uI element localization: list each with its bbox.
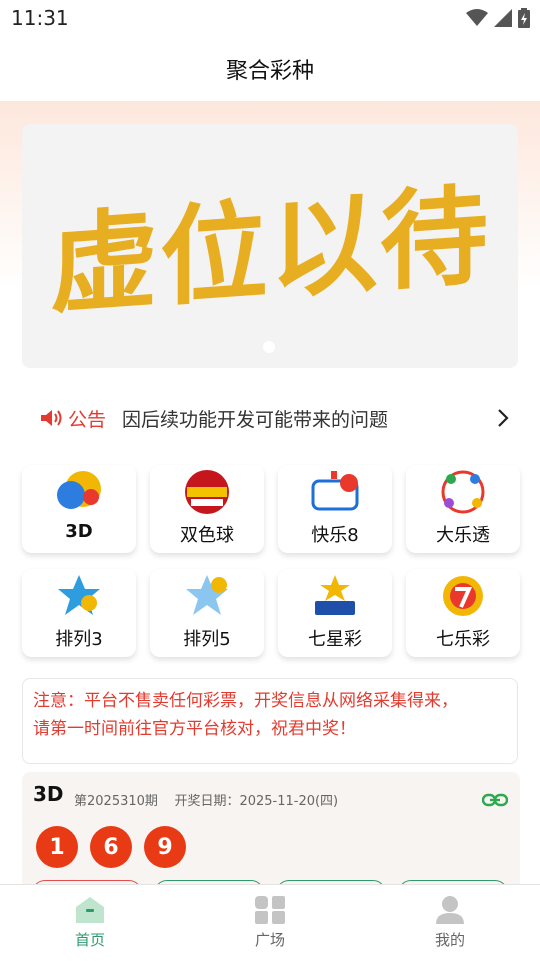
lottery-label: 快乐8 [311, 525, 359, 546]
notice-bar[interactable]: 公告 因后续功能开发可能带来的问题 [40, 396, 510, 440]
notice-tag: 公告 [68, 408, 107, 431]
disclaimer-box: 注意：平台不售卖任何彩票，开奖信息从网络采集得来， 请第一时间前往官方平台核对，… [22, 678, 518, 764]
battery-icon [518, 8, 530, 28]
lottery-tile-seven-happy[interactable]: 七乐彩 [406, 569, 520, 657]
lottery-tile-pick3[interactable]: 排列3 [22, 569, 136, 657]
lottery-tile-seven-star[interactable]: 七星彩 [278, 569, 392, 657]
lottery-tile-union-lotto[interactable]: 双色球 [150, 465, 264, 553]
status-bar: 11:31 [0, 0, 540, 38]
page-title: 聚合彩种 [225, 59, 314, 84]
lottery-label: 双色球 [180, 525, 234, 546]
tab-label: 首页 [74, 931, 105, 949]
number-ball: 9 [144, 826, 186, 868]
lottery-label: 3D [65, 521, 93, 542]
tab-square[interactable]: 广场 [180, 885, 360, 961]
status-icons [466, 8, 530, 28]
speaker-icon [41, 410, 62, 426]
lottery-label: 七星彩 [308, 629, 362, 650]
disclaimer-line: 注意：平台不售卖任何彩票，开奖信息从网络采集得来， [33, 691, 458, 711]
lottery-label: 排列5 [183, 629, 231, 650]
result-draw-date: 开奖日期：2025-11-20(四) [174, 794, 339, 809]
user-icon [436, 896, 464, 924]
number-ball: 1 [36, 826, 78, 868]
link-icon[interactable] [482, 792, 508, 808]
carousel-dot[interactable] [263, 341, 275, 353]
notice-text: 因后续功能开发可能带来的问题 [122, 408, 389, 431]
home-icon [76, 897, 104, 923]
lottery-label: 七乐彩 [436, 629, 490, 650]
lottery-label: 排列3 [55, 629, 103, 650]
result-lottery-name: 3D [33, 782, 64, 806]
seven-star-logo-icon [315, 575, 355, 615]
super-lotto-logo-icon [441, 470, 485, 514]
lottery-tile-happy8[interactable]: 快乐8 [278, 465, 392, 553]
tab-label: 我的 [434, 931, 465, 949]
banner-text: 虚位以待 [49, 173, 490, 330]
result-numbers: 1 6 9 [36, 826, 186, 868]
seven-happy-logo-icon [443, 576, 483, 616]
grid-icon [255, 896, 285, 924]
tab-profile[interactable]: 我的 [360, 885, 540, 961]
lottery-tile-pick5[interactable]: 排列5 [150, 569, 264, 657]
tab-label: 广场 [254, 931, 285, 949]
number-ball: 6 [90, 826, 132, 868]
app-header: 聚合彩种 [0, 38, 540, 100]
wifi-icon [466, 9, 488, 26]
3d-logo-icon [57, 471, 101, 509]
tab-home[interactable]: 首页 [0, 885, 180, 961]
lottery-tile-super-lotto[interactable]: 大乐透 [406, 465, 520, 553]
happy8-logo-icon [311, 471, 359, 511]
lottery-tile-3d[interactable]: 3D [22, 465, 136, 553]
lottery-label: 大乐透 [436, 525, 490, 546]
disclaimer-line: 请第一时间前往官方平台核对，祝君中奖！ [33, 719, 356, 739]
result-meta: 第2025310期 开奖日期：2025-11-20(四) [74, 790, 338, 809]
promo-banner[interactable]: 虚位以待 [22, 124, 518, 368]
pick3-logo-icon [58, 575, 100, 615]
pick5-logo-icon [186, 575, 228, 615]
signal-icon [494, 9, 512, 27]
chevron-right-icon[interactable] [496, 408, 510, 428]
status-time: 11:31 [11, 6, 69, 30]
bottom-tab-bar: 首页 广场 我的 [0, 884, 540, 961]
lottery-grid: 3D 双色球 快乐8 大乐透 排列3 排列5 七星彩 七乐彩 [22, 465, 520, 657]
result-issue: 第2025310期 [74, 794, 158, 809]
union-lotto-logo-icon [185, 470, 229, 514]
